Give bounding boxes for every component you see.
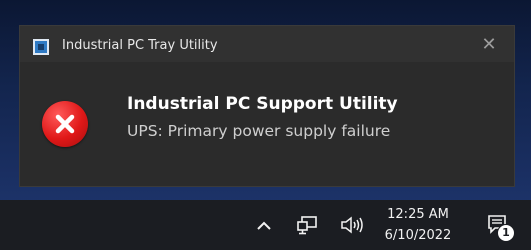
chevron-up-icon[interactable]	[253, 215, 275, 237]
taskbar-clock[interactable]: 12:25 AM 6/10/2022	[378, 204, 458, 246]
taskbar: 12:25 AM 6/10/2022 1	[0, 200, 531, 250]
volume-icon[interactable]	[340, 214, 364, 236]
desktop-background: Industrial PC Tray Utility ✕ Industrial …	[0, 0, 531, 250]
toast-title: Industrial PC Support Utility	[127, 94, 398, 114]
clock-date: 6/10/2022	[384, 228, 452, 243]
toast-app-name: Industrial PC Tray Utility	[62, 38, 218, 53]
notification-count-badge: 1	[497, 224, 515, 242]
network-icon[interactable]	[296, 214, 320, 236]
toast-notification[interactable]: Industrial PC Tray Utility ✕ Industrial …	[20, 26, 514, 186]
app-icon	[33, 39, 49, 55]
clock-time: 12:25 AM	[387, 207, 449, 222]
toast-message: UPS: Primary power supply failure	[127, 122, 391, 140]
error-icon	[42, 101, 88, 147]
close-button[interactable]: ✕	[478, 34, 500, 56]
toast-header: Industrial PC Tray Utility ✕	[20, 26, 514, 62]
